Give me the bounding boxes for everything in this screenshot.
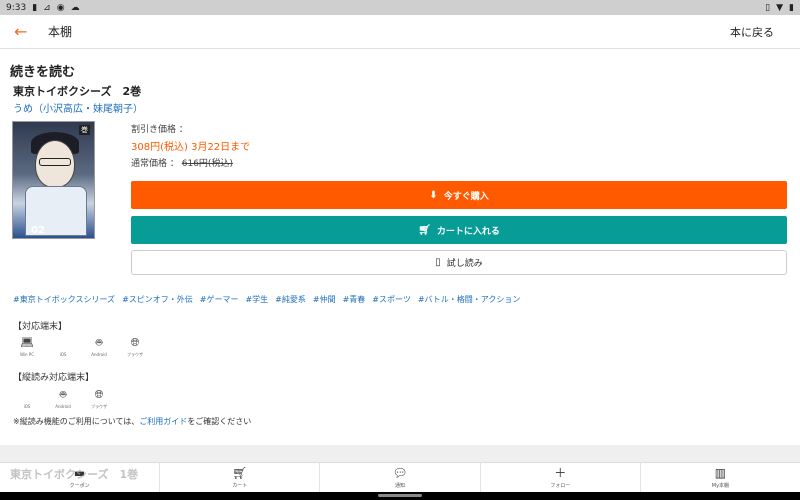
tag-link[interactable]: #東京トイボックスシリーズ xyxy=(13,294,115,305)
main-content: 続きを読む 東京トイボクシーズ 2巻 うめ（小沢高広・妹尾朝子） 巻 02 割引… xyxy=(0,50,800,445)
plus-icon: ＋ xyxy=(554,465,567,480)
device-item: iOS xyxy=(23,404,31,409)
tag-list: #東京トイボックスシリーズ #スピンオフ・外伝 #ゲーマー #学生 #純愛系 #… xyxy=(13,294,520,305)
add-to-cart-label: カートに入れる xyxy=(436,226,500,237)
android-icon: 🤖︎ xyxy=(59,388,67,401)
cover-badge: 巻 xyxy=(79,125,90,135)
buy-now-label: 今すぐ購入 xyxy=(443,191,489,202)
buy-now-button[interactable]: ⬇ 今すぐ購入 xyxy=(131,181,787,209)
add-to-cart-button[interactable]: 🛒︎ カートに入れる xyxy=(131,216,787,244)
supported-devices-title: 【対応端末】 xyxy=(13,322,68,332)
nav-follow[interactable]: ＋ フォロー xyxy=(481,463,641,492)
device-item: 🌐︎ ブラウザ xyxy=(127,336,143,357)
device-item: 🤖︎ Android xyxy=(91,336,107,357)
device-item: 🌐︎ ブラウザ xyxy=(91,388,107,409)
laptop-icon: 💻︎ xyxy=(20,336,34,349)
download-icon: ⬇ xyxy=(429,189,438,201)
usage-guide-link[interactable]: ご利用ガイド xyxy=(139,417,187,426)
tag-link[interactable]: #学生 xyxy=(245,294,268,305)
cart-icon: 🛒︎ xyxy=(232,465,248,480)
tag-link[interactable]: #仲間 xyxy=(313,294,336,305)
back-to-book-button[interactable]: 本に戻る xyxy=(730,24,774,40)
nav-my-bookshelf[interactable]: ▥ My本棚 xyxy=(641,463,800,492)
sale-price-value: 308円(税込) xyxy=(131,142,188,153)
globe-icon: 🌐︎ xyxy=(130,336,140,349)
tag-link[interactable]: #スピンオフ・外伝 xyxy=(122,294,193,305)
vertical-devices-title: 【縦読み対応端末】 xyxy=(13,373,95,383)
battery-icon: ▮ xyxy=(789,2,794,13)
back-arrow-icon[interactable]: ← xyxy=(14,23,30,40)
discount-label: 割引き価格 ： xyxy=(131,125,188,135)
tag-link[interactable]: #純愛系 xyxy=(275,294,306,305)
regular-price-label: 通常価格 ： xyxy=(131,159,179,169)
circle-icon: ◉ xyxy=(56,2,65,13)
wifi-icon: ▼ xyxy=(776,2,784,13)
signal-icon: ⊿ xyxy=(43,2,51,13)
status-time: 9:33 xyxy=(6,2,27,13)
tag-link[interactable]: #バトル・格闘・アクション xyxy=(418,294,521,305)
status-bar: 9:33 ▮ ⊿ ◉ ☁ ▯ ▼ ▮ xyxy=(0,0,800,15)
tag-link[interactable]: #青春 xyxy=(343,294,366,305)
sale-price: 308円(税込) 3月22日まで xyxy=(131,138,250,153)
supported-devices: 💻︎ Win PC iOS 🤖︎ Android 🌐︎ ブラウザ xyxy=(14,336,148,358)
regular-price: 通常価格 ： 616円(税込) xyxy=(131,156,233,169)
nav-notice[interactable]: 💬︎ 通知 xyxy=(320,463,481,492)
cart-icon: 🛒︎ xyxy=(418,224,431,236)
device-item: 💻︎ Win PC xyxy=(20,336,34,357)
trial-read-label: 試し読み xyxy=(446,259,483,269)
divider-band xyxy=(0,445,800,462)
regular-price-value: 616円(税込) xyxy=(181,159,233,169)
bookshelf-icon: ▥ xyxy=(714,465,727,480)
nav-cart[interactable]: 🛒︎ カート xyxy=(160,463,321,492)
cover-volume: 02 xyxy=(31,225,45,236)
trial-read-button[interactable]: ▯ 試し読み xyxy=(131,250,787,275)
next-book-title: 東京トイボクシーズ 1巻 xyxy=(10,468,139,481)
section-title: 続きを読む xyxy=(10,65,76,80)
sale-until: 3月22日まで xyxy=(191,142,251,153)
book-title: 東京トイボクシーズ 2巻 xyxy=(13,85,142,98)
notice-icon: 💬︎ xyxy=(392,465,408,480)
android-icon: 🤖︎ xyxy=(95,336,103,349)
vertical-reading-note: ※縦読み機能のご利用については、ご利用ガイドをご確認ください xyxy=(13,417,252,426)
home-handle[interactable] xyxy=(378,494,422,497)
book-cover[interactable]: 巻 02 xyxy=(12,121,95,239)
app-bar: ← 本棚 本に戻る xyxy=(0,15,800,49)
phone-icon: ▯ xyxy=(435,257,441,268)
device-item: 🤖︎ Android xyxy=(55,388,71,409)
globe-icon: 🌐︎ xyxy=(94,388,104,401)
device-item: iOS xyxy=(59,352,67,357)
gesture-bar xyxy=(0,492,800,500)
vibrate-icon: ▯ xyxy=(765,2,771,13)
tag-link[interactable]: #ゲーマー xyxy=(200,294,239,305)
vertical-devices: iOS 🤖︎ Android 🌐︎ ブラウザ xyxy=(14,388,112,410)
author-link[interactable]: うめ（小沢高広・妹尾朝子） xyxy=(13,100,143,115)
tag-link[interactable]: #スポーツ xyxy=(372,294,411,305)
sim-icon: ▮ xyxy=(32,2,38,13)
cloud-icon: ☁ xyxy=(70,2,80,13)
page-title: 本棚 xyxy=(48,25,73,39)
